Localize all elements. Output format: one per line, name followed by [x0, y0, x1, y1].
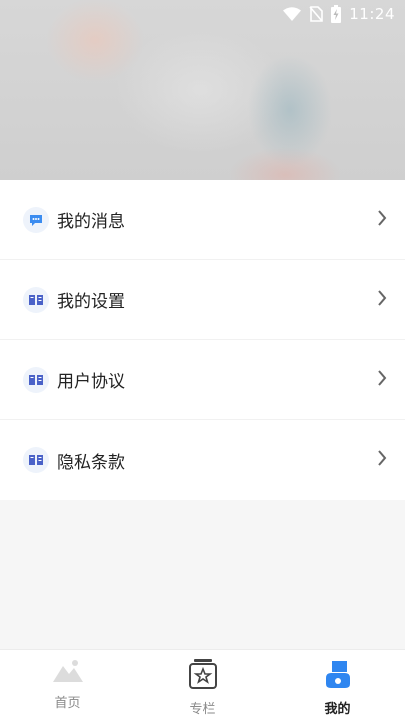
book-icon: [23, 447, 49, 473]
chevron-right-icon: [377, 289, 387, 311]
menu-item-label: 隐私条款: [57, 452, 125, 473]
star-card-icon: [188, 658, 218, 694]
no-sim-icon: [309, 6, 324, 22]
menu-item-label: 用户协议: [57, 372, 125, 392]
message-icon: [23, 206, 49, 233]
chevron-right-icon: [377, 209, 387, 231]
chevron-right-icon: [377, 369, 387, 391]
battery-charging-icon: [331, 5, 342, 23]
book-icon: [23, 366, 49, 393]
tab-label: 我的: [324, 702, 351, 717]
menu-item-settings[interactable]: 我的设置: [0, 260, 405, 340]
tab-label: 首页: [54, 696, 81, 711]
tab-label: 专栏: [189, 702, 216, 717]
tab-home[interactable]: 首页: [0, 650, 135, 720]
settings-menu: 我的消息 我的设置 用户协议 隐私条款: [0, 180, 405, 500]
user-icon: [323, 658, 353, 694]
status-bar: 11:24: [0, 0, 405, 28]
wifi-icon: [283, 7, 302, 21]
chevron-right-icon: [377, 449, 387, 471]
tab-column[interactable]: 专栏: [135, 650, 270, 720]
menu-item-user-agreement[interactable]: 用户协议: [0, 340, 405, 420]
bottom-tab-bar: 首页 专栏 我的: [0, 649, 405, 720]
menu-item-messages[interactable]: 我的消息: [0, 180, 405, 260]
tab-mine[interactable]: 我的: [270, 650, 405, 720]
menu-item-privacy[interactable]: 隐私条款: [0, 420, 405, 500]
book-icon: [23, 286, 49, 313]
menu-item-label: 我的设置: [57, 292, 125, 312]
mountain-icon: [51, 658, 85, 688]
clock: 11:24: [349, 5, 395, 23]
menu-item-label: 我的消息: [57, 212, 125, 232]
